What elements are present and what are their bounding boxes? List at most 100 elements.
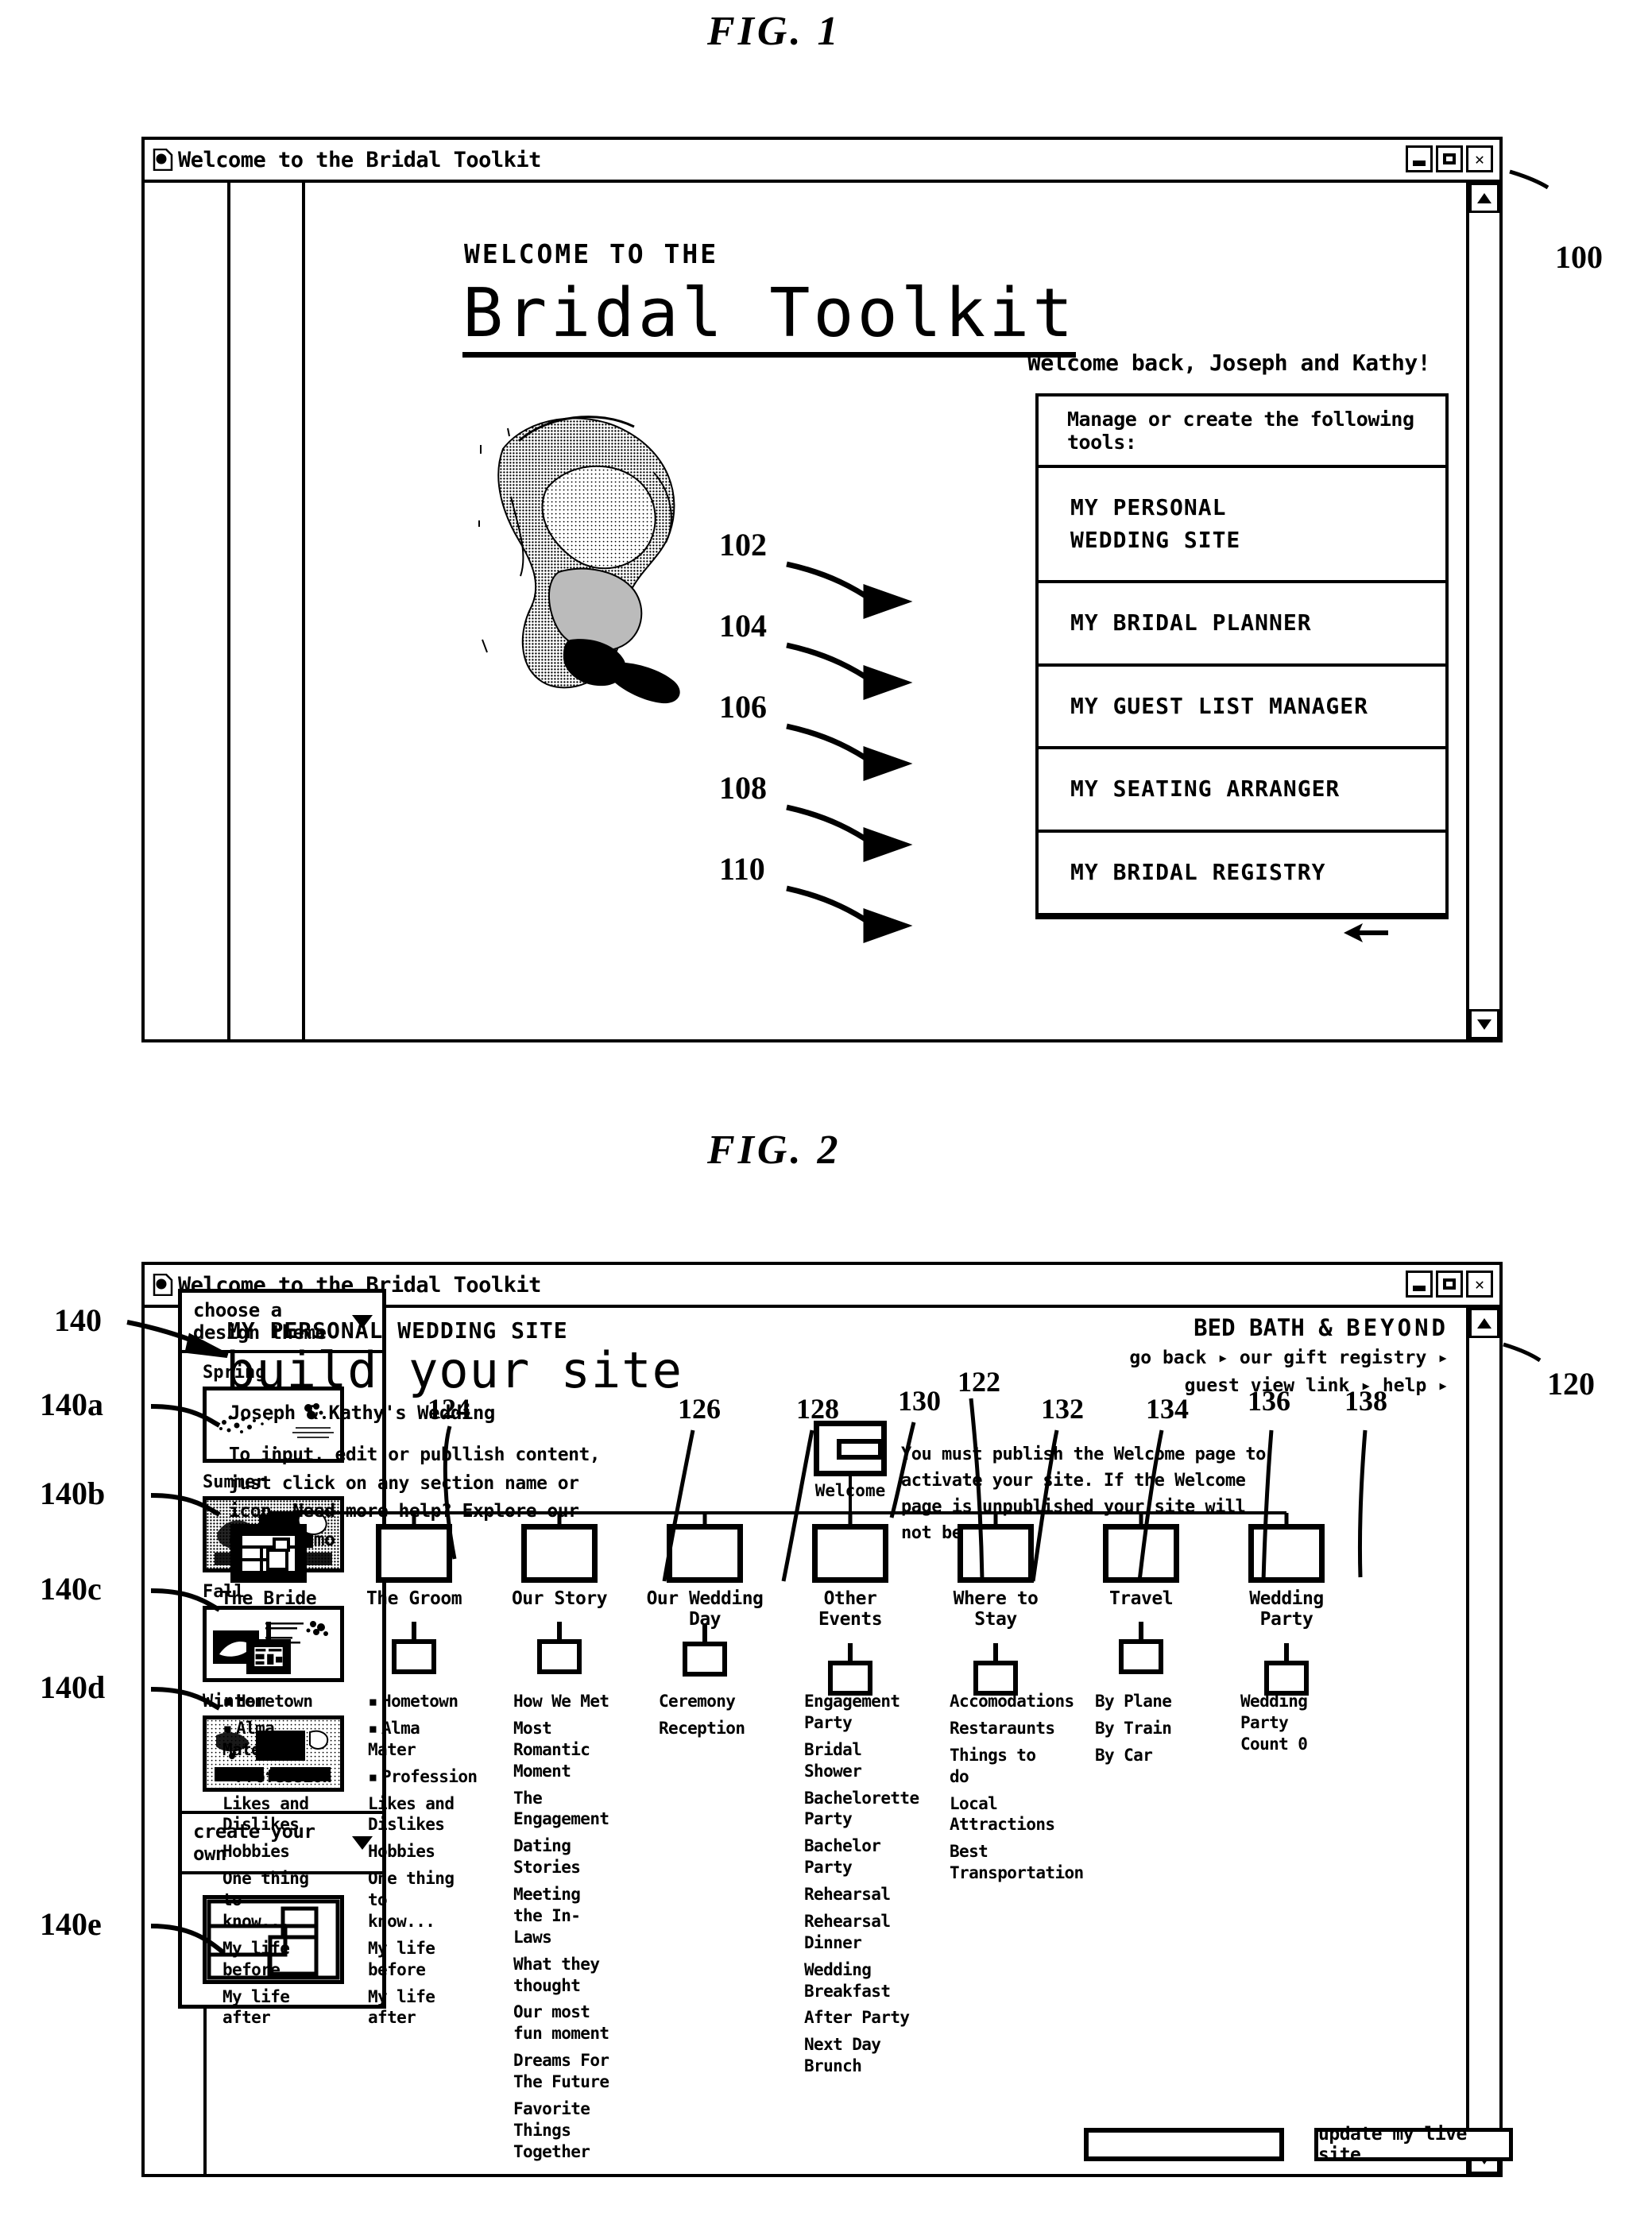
reference-numeral-106: 106 bbox=[719, 689, 767, 725]
menu-item-my-bridal-registry[interactable]: MY BRIDAL REGISTRY bbox=[1039, 833, 1445, 916]
welcome-page-node[interactable]: Welcome bbox=[814, 1421, 887, 1500]
section-icon-the-bride[interactable] bbox=[230, 1524, 307, 1583]
content-item[interactable]: Bachelorette Party bbox=[804, 1788, 919, 1831]
content-item[interactable]: Rehearsal bbox=[804, 1884, 911, 1905]
sitemap-node-the-bride[interactable]: The Bride bbox=[208, 1524, 329, 1675]
sitemap-node-travel[interactable]: Travel bbox=[1081, 1524, 1201, 1675]
content-item[interactable]: Hobbies bbox=[222, 1841, 311, 1862]
sitemap-node-our-wedding-day[interactable]: Our Wedding Day bbox=[644, 1524, 765, 1677]
content-item[interactable]: Next Day Brunch bbox=[804, 2034, 911, 2077]
close-button[interactable]: ✕ bbox=[1466, 1271, 1493, 1298]
section-icon-wedding-party[interactable] bbox=[1248, 1524, 1325, 1583]
content-item[interactable]: My life before bbox=[368, 1938, 457, 1981]
content-item[interactable]: The Engagement bbox=[513, 1788, 615, 1831]
content-item[interactable]: Bridal Shower bbox=[804, 1739, 911, 1782]
sitemap-node-other-events[interactable]: Other Events bbox=[790, 1524, 911, 1696]
content-item[interactable]: Restaraunts bbox=[950, 1718, 1061, 1739]
content-item[interactable]: Dreams For The Future bbox=[513, 2050, 615, 2093]
minimize-button[interactable] bbox=[1406, 1271, 1433, 1298]
content-item[interactable]: Reception bbox=[659, 1718, 746, 1739]
content-item[interactable]: Things to do bbox=[950, 1745, 1061, 1788]
section-icon-other-events[interactable] bbox=[812, 1524, 888, 1583]
content-item[interactable]: Bachelor Party bbox=[804, 1835, 911, 1878]
content-item[interactable]: My life before bbox=[222, 1938, 311, 1981]
content-list-wedding-party: Wedding Party Count 0 bbox=[1240, 1691, 1344, 1761]
content-item[interactable]: After Party bbox=[804, 2007, 911, 2029]
menu-item-my-personal-wedding-site[interactable]: MY PERSONAL WEDDING SITE bbox=[1039, 468, 1445, 584]
content-item[interactable]: One thing to know... bbox=[368, 1868, 457, 1932]
minimize-icon bbox=[1413, 160, 1426, 166]
maximize-button[interactable] bbox=[1436, 1271, 1463, 1298]
fig2-scrollbar[interactable] bbox=[1466, 1308, 1499, 2174]
welcome-page-icon[interactable] bbox=[814, 1421, 887, 1476]
reference-numeral-110: 110 bbox=[719, 851, 765, 887]
content-item[interactable]: Likes and Dislikes bbox=[368, 1793, 457, 1836]
content-item[interactable]: One thing to know... bbox=[222, 1868, 311, 1932]
minimize-button[interactable] bbox=[1406, 145, 1433, 172]
content-item[interactable]: By Plane bbox=[1095, 1691, 1182, 1712]
content-item[interactable]: What they thought bbox=[513, 1954, 615, 1997]
content-item[interactable]: Alma Mater bbox=[222, 1718, 311, 1761]
content-item[interactable]: Likes and Dislikes bbox=[222, 1793, 311, 1836]
subsection-icon-the-groom[interactable] bbox=[392, 1639, 436, 1675]
content-list-our-story: How We Met Most Romantic Moment The Enga… bbox=[513, 1691, 615, 2168]
content-item[interactable]: By Train bbox=[1095, 1718, 1182, 1739]
content-item[interactable]: My life after bbox=[222, 1986, 311, 2029]
section-label: Our Wedding Day bbox=[646, 1588, 764, 1630]
menu-item-my-guest-list-manager[interactable]: MY GUEST LIST MANAGER bbox=[1039, 667, 1445, 750]
content-item[interactable]: Meeting the In-Laws bbox=[513, 1884, 615, 1948]
scroll-down-button[interactable] bbox=[1469, 1009, 1499, 1039]
menu-item-my-seating-arranger[interactable]: MY SEATING ARRANGER bbox=[1039, 749, 1445, 833]
content-list-the-groom: Hometown Alma Mater Profession Likes and… bbox=[368, 1691, 478, 2034]
content-item[interactable]: Profession bbox=[368, 1766, 478, 1788]
content-item[interactable]: Accomodations bbox=[950, 1691, 1074, 1712]
content-item[interactable]: Hobbies bbox=[368, 1841, 457, 1862]
subsection-icon-travel[interactable] bbox=[1119, 1639, 1163, 1675]
content-item[interactable]: Best Transportation bbox=[950, 1841, 1084, 1884]
section-icon-travel[interactable] bbox=[1103, 1524, 1179, 1583]
content-item[interactable]: Alma Mater bbox=[368, 1718, 457, 1761]
section-icon-our-story[interactable] bbox=[521, 1524, 598, 1583]
content-item[interactable]: My life after bbox=[368, 1986, 457, 2029]
partner-nav-line-1[interactable]: go back ▸ our gift registry ▸ bbox=[1129, 1344, 1449, 1372]
content-item[interactable]: Ceremony bbox=[659, 1691, 746, 1712]
content-item[interactable]: Rehearsal Dinner bbox=[804, 1911, 911, 1954]
sitemap-node-where-to-stay[interactable]: Where to Stay bbox=[935, 1524, 1056, 1696]
content-item[interactable]: Favorite Things Together bbox=[513, 2098, 615, 2163]
scroll-up-button[interactable] bbox=[1469, 183, 1499, 213]
sitemap-node-wedding-party[interactable]: Wedding Party bbox=[1226, 1524, 1347, 1696]
content-item[interactable]: How We Met bbox=[513, 1691, 615, 1712]
menu-item-my-bridal-planner[interactable]: MY BRIDAL PLANNER bbox=[1039, 583, 1445, 667]
content-item[interactable]: Our most fun moment bbox=[513, 2002, 615, 2044]
close-icon: ✕ bbox=[1474, 1274, 1485, 1294]
fig1-scrollbar[interactable] bbox=[1466, 183, 1499, 1039]
content-item[interactable]: Wedding Breakfast bbox=[804, 1959, 911, 2002]
content-item[interactable]: By Car bbox=[1095, 1745, 1182, 1766]
page-title: build your site bbox=[226, 1341, 683, 1399]
content-item[interactable]: Engagement Party bbox=[804, 1691, 911, 1734]
sitemap-node-our-story[interactable]: Our Story bbox=[499, 1524, 620, 1675]
section-icon-our-wedding-day[interactable] bbox=[667, 1524, 743, 1583]
maximize-button[interactable] bbox=[1436, 145, 1463, 172]
subsection-icon-the-bride[interactable] bbox=[246, 1639, 291, 1675]
content-item[interactable]: Most Romantic Moment bbox=[513, 1718, 615, 1782]
content-item[interactable]: Local Attractions bbox=[950, 1793, 1061, 1836]
content-item[interactable]: Wedding Party Count 0 bbox=[1240, 1691, 1344, 1755]
fig1-left-pane-inner bbox=[234, 183, 305, 1039]
sitemap-node-the-groom[interactable]: The Groom bbox=[354, 1524, 474, 1675]
content-item[interactable]: Hometown bbox=[222, 1691, 313, 1712]
subsection-icon-our-story[interactable] bbox=[537, 1639, 582, 1675]
subsection-icon-our-wedding-day[interactable] bbox=[683, 1641, 727, 1677]
menu-item-label-2: WEDDING SITE bbox=[1070, 526, 1241, 553]
content-item[interactable]: Hometown bbox=[368, 1691, 458, 1712]
figure-1-title: FIG. 1 bbox=[707, 9, 841, 54]
update-live-site-button[interactable]: update my live site bbox=[1314, 2124, 1513, 2165]
section-icon-where-to-stay[interactable] bbox=[958, 1524, 1034, 1583]
site-url-input[interactable] bbox=[1084, 2128, 1284, 2161]
scroll-up-button[interactable] bbox=[1469, 1308, 1499, 1338]
content-item[interactable]: Profession bbox=[222, 1766, 332, 1788]
close-button[interactable]: ✕ bbox=[1466, 145, 1493, 172]
scroll-down-icon bbox=[1477, 1019, 1491, 1030]
content-item[interactable]: Dating Stories bbox=[513, 1835, 615, 1878]
section-icon-the-groom[interactable] bbox=[376, 1524, 452, 1583]
